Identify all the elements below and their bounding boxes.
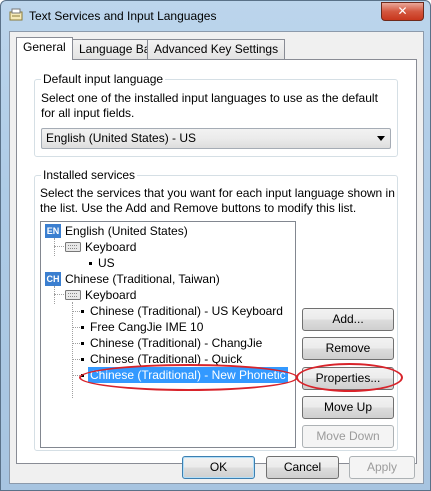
- dialog-client-area: General Language Bar Advanced Key Settin…: [9, 31, 424, 484]
- tree-node-label: Chinese (Traditional) - ChangJie: [90, 336, 263, 350]
- tab-general[interactable]: General: [16, 37, 73, 60]
- title-bar[interactable]: Text Services and Input Languages ✕: [1, 1, 430, 31]
- bullet-icon: [81, 326, 84, 329]
- close-icon: ✕: [397, 4, 408, 18]
- window-title: Text Services and Input Languages: [29, 9, 217, 23]
- default-language-description: Select one of the installed input langua…: [41, 91, 378, 120]
- tree-node-label: Chinese (Traditional) - US Keyboard: [90, 304, 283, 318]
- tree-line: [72, 311, 80, 312]
- tree-node-label: US: [98, 256, 115, 270]
- ok-button[interactable]: OK: [182, 456, 255, 479]
- apply-button[interactable]: Apply: [349, 456, 415, 479]
- language-badge-icon: CH: [45, 272, 61, 286]
- tree-line: [72, 359, 80, 360]
- button-label: Add...: [332, 312, 364, 326]
- tree-line: [54, 246, 64, 247]
- tree-line: [72, 375, 80, 376]
- tree-line: [72, 327, 80, 328]
- chevron-down-icon: [377, 136, 385, 141]
- tree-node-label: English (United States): [65, 224, 188, 238]
- keyboard-icon: [65, 290, 81, 300]
- bullet-icon: [81, 374, 84, 377]
- tree-node-label: Free CangJie IME 10: [90, 320, 204, 334]
- tree-line: [54, 286, 55, 304]
- tab-label: Advanced Key Settings: [154, 42, 279, 56]
- tree-node-label: Chinese (Traditional, Taiwan): [65, 272, 220, 286]
- dropdown-value: English (United States) - US: [46, 131, 197, 145]
- button-label: Move Down: [316, 429, 380, 443]
- text-services-icon: [9, 8, 23, 21]
- move-down-button[interactable]: Move Down: [302, 425, 394, 448]
- language-badge-icon: EN: [45, 224, 61, 238]
- tab-advanced-key-settings[interactable]: Advanced Key Settings: [147, 39, 286, 59]
- default-language-dropdown[interactable]: English (United States) - US: [41, 128, 391, 149]
- tree-line: [72, 302, 73, 398]
- tree-node-label-selected: Chinese (Traditional) - New Phonetic: [88, 367, 288, 383]
- bullet-icon: [81, 358, 84, 361]
- installed-services-description: Select the services that you want for ea…: [40, 186, 395, 215]
- tab-label: Language Bar: [79, 42, 155, 56]
- default-language-group: Default input language Select one of the…: [34, 72, 398, 157]
- group-label: Default input language: [41, 72, 166, 86]
- dialog-window: Text Services and Input Languages ✕ Gene…: [0, 0, 431, 491]
- button-label: Apply: [366, 460, 398, 474]
- group-label: Installed services: [41, 168, 138, 182]
- tree-node-label: Keyboard: [85, 288, 137, 302]
- tree-line: [72, 343, 80, 344]
- tree-node-label: Keyboard: [85, 240, 137, 254]
- properties-button[interactable]: Properties...: [302, 367, 394, 390]
- bullet-icon: [89, 262, 92, 265]
- services-tree[interactable]: EN English (United States) Keyboard US C…: [40, 221, 296, 448]
- button-label: Properties...: [315, 371, 381, 385]
- close-button[interactable]: ✕: [381, 2, 424, 21]
- bullet-icon: [81, 342, 84, 345]
- cancel-button[interactable]: Cancel: [266, 456, 339, 479]
- move-up-button[interactable]: Move Up: [302, 396, 394, 419]
- button-label: Cancel: [283, 460, 322, 474]
- bullet-icon: [81, 310, 84, 313]
- button-label: Move Up: [323, 400, 373, 414]
- remove-button[interactable]: Remove: [302, 337, 394, 360]
- button-label: OK: [209, 460, 228, 474]
- tab-label: General: [23, 40, 66, 54]
- button-label: Remove: [325, 341, 371, 355]
- add-button[interactable]: Add...: [302, 308, 394, 331]
- tree-node-label: Chinese (Traditional) - Quick: [90, 352, 243, 366]
- general-tab-panel: Default input language Select one of the…: [16, 59, 417, 464]
- tree-line: [54, 238, 55, 256]
- tree-line: [54, 294, 64, 295]
- keyboard-icon: [65, 242, 81, 252]
